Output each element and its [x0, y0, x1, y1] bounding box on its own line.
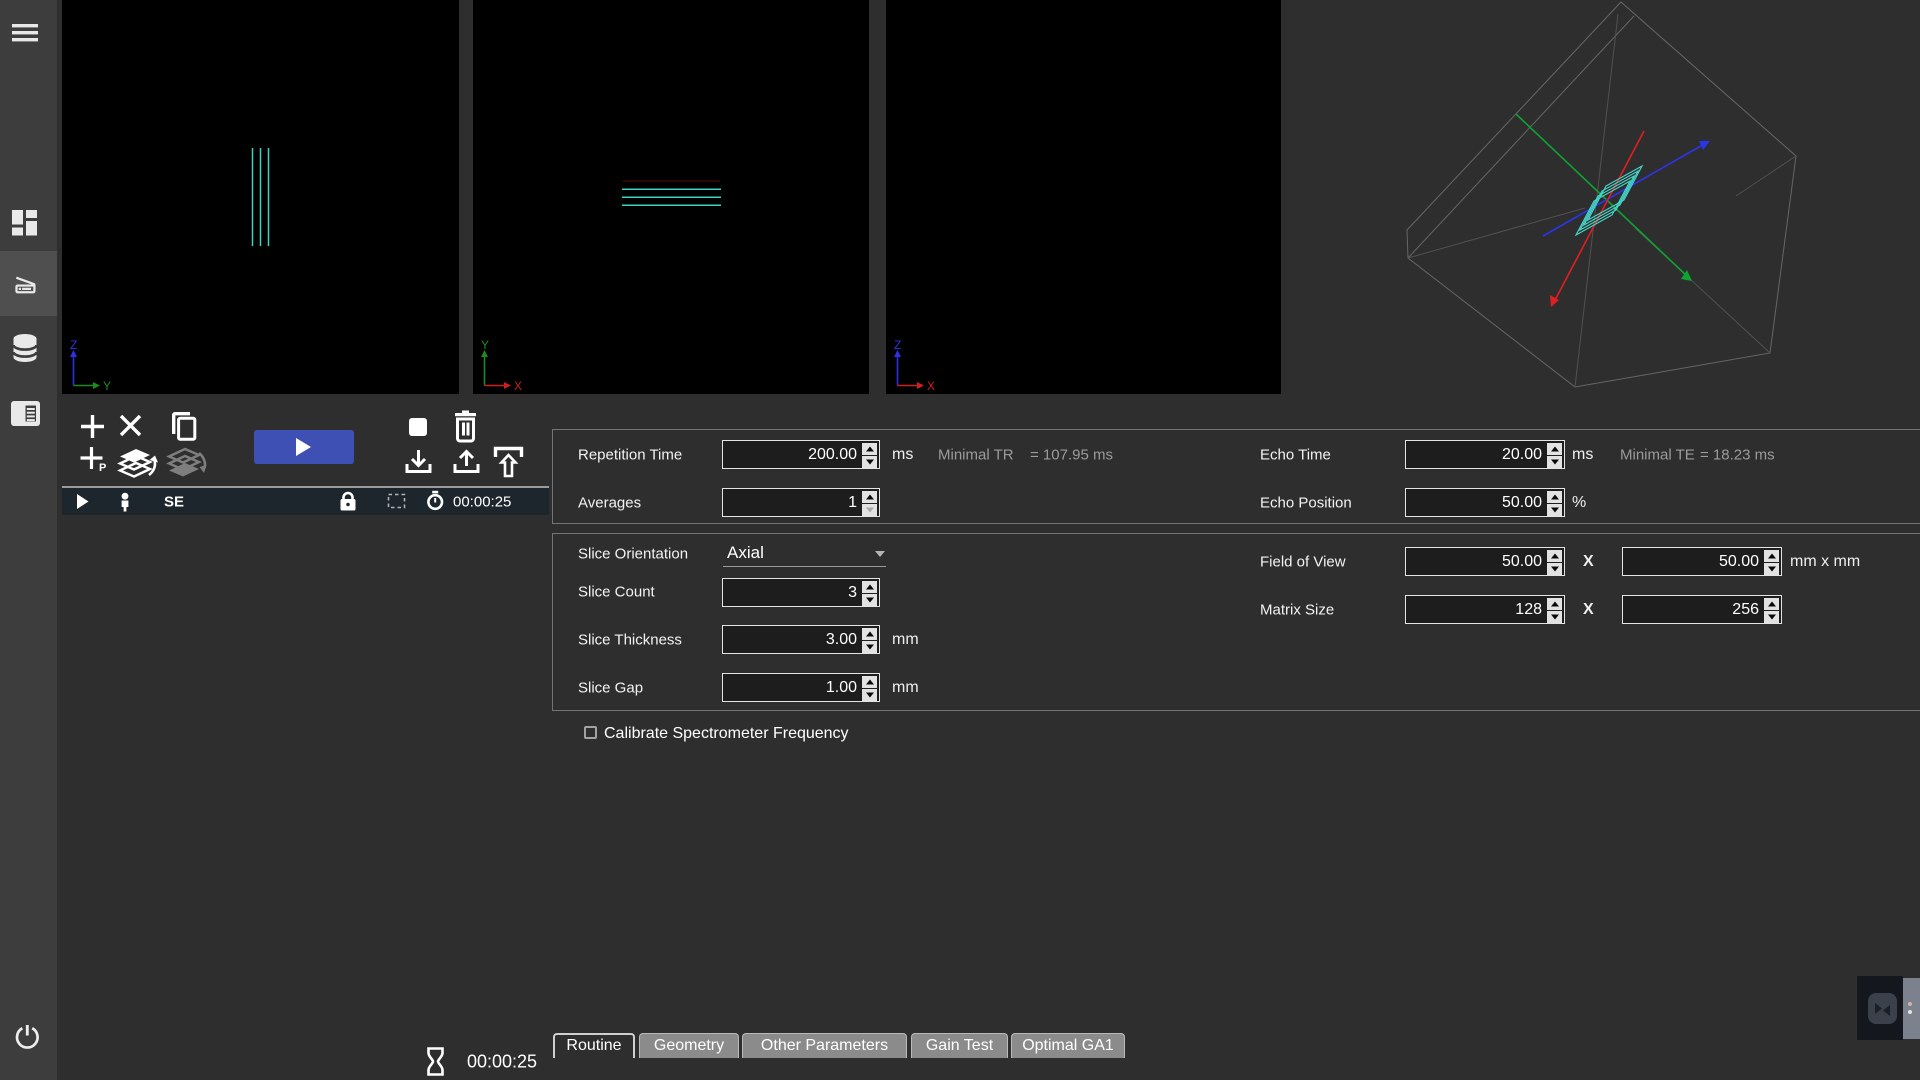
svg-text:Y: Y [103, 379, 111, 393]
svg-text:Z: Z [894, 338, 901, 352]
svg-text:Y: Y [481, 338, 489, 352]
svg-text:00:00:25: 00:00:25 [453, 494, 511, 511]
svg-text:X: X [514, 379, 522, 393]
svg-text:X: X [927, 379, 935, 393]
svg-text:P: P [99, 462, 106, 474]
svg-text:Z: Z [70, 338, 77, 352]
svg-text:SE: SE [164, 494, 184, 511]
